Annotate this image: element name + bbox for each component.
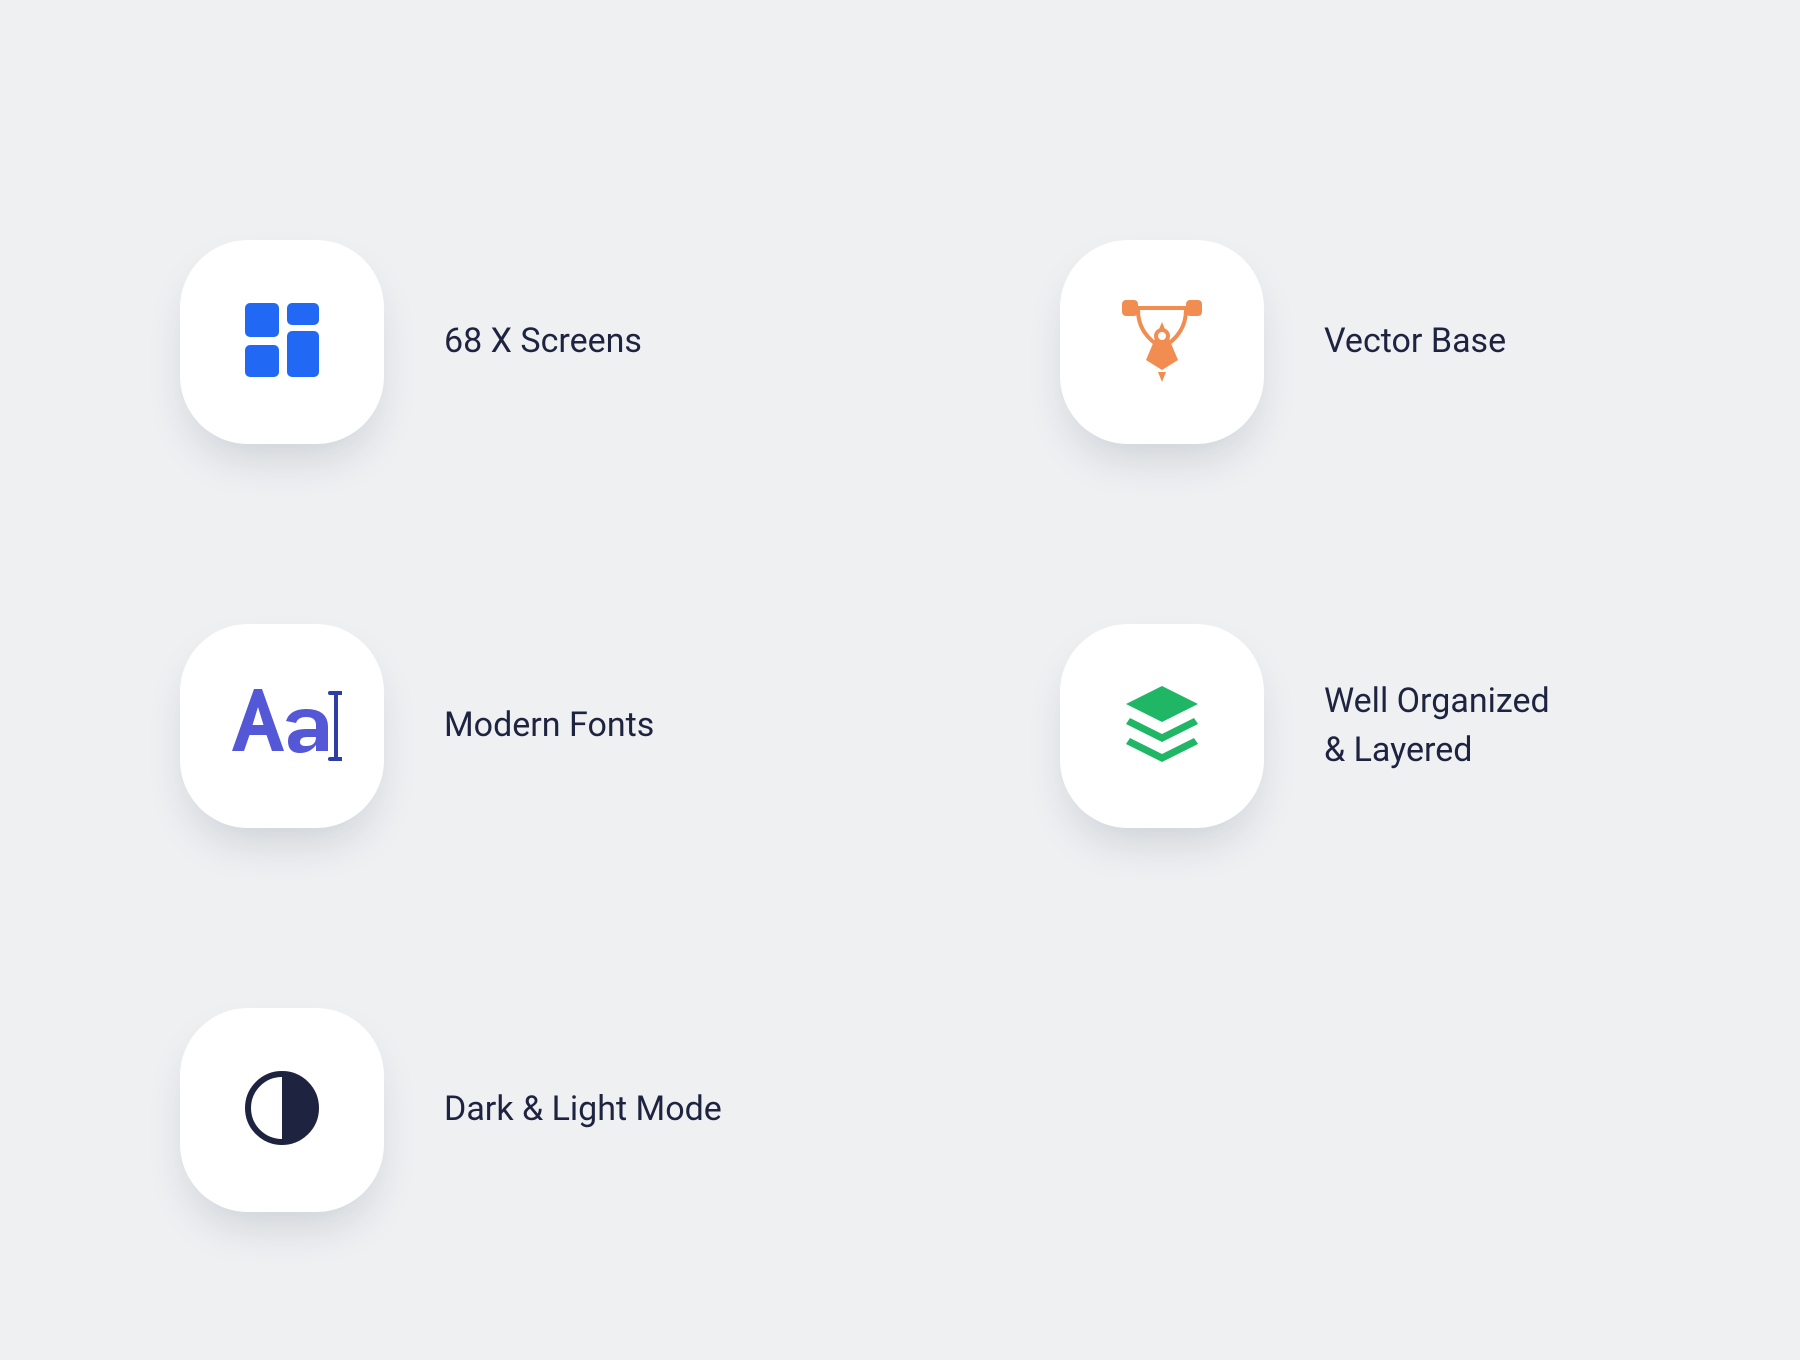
feature-fonts: Modern Fonts bbox=[180, 624, 740, 828]
typography-icon bbox=[222, 679, 342, 773]
grid-icon bbox=[239, 297, 325, 387]
layers-icon bbox=[1116, 678, 1208, 774]
tile-darklight bbox=[180, 1008, 384, 1212]
feature-screens: 68 X Screens bbox=[180, 240, 740, 444]
feature-layered: Well Organized & Layered bbox=[1060, 624, 1620, 828]
features-grid: 68 X Screens Vector Base bbox=[180, 240, 1620, 1212]
contrast-icon bbox=[239, 1065, 325, 1155]
tile-vector bbox=[1060, 240, 1264, 444]
tile-layered bbox=[1060, 624, 1264, 828]
feature-label: Modern Fonts bbox=[444, 701, 654, 750]
pen-tool-icon bbox=[1114, 292, 1210, 392]
feature-vector: Vector Base bbox=[1060, 240, 1620, 444]
feature-label: Vector Base bbox=[1324, 317, 1506, 366]
tile-fonts bbox=[180, 624, 384, 828]
feature-label: 68 X Screens bbox=[444, 317, 642, 366]
feature-label: Well Organized & Layered bbox=[1324, 677, 1550, 776]
tile-screens bbox=[180, 240, 384, 444]
feature-darklight: Dark & Light Mode bbox=[180, 1008, 740, 1212]
feature-label: Dark & Light Mode bbox=[444, 1085, 722, 1134]
